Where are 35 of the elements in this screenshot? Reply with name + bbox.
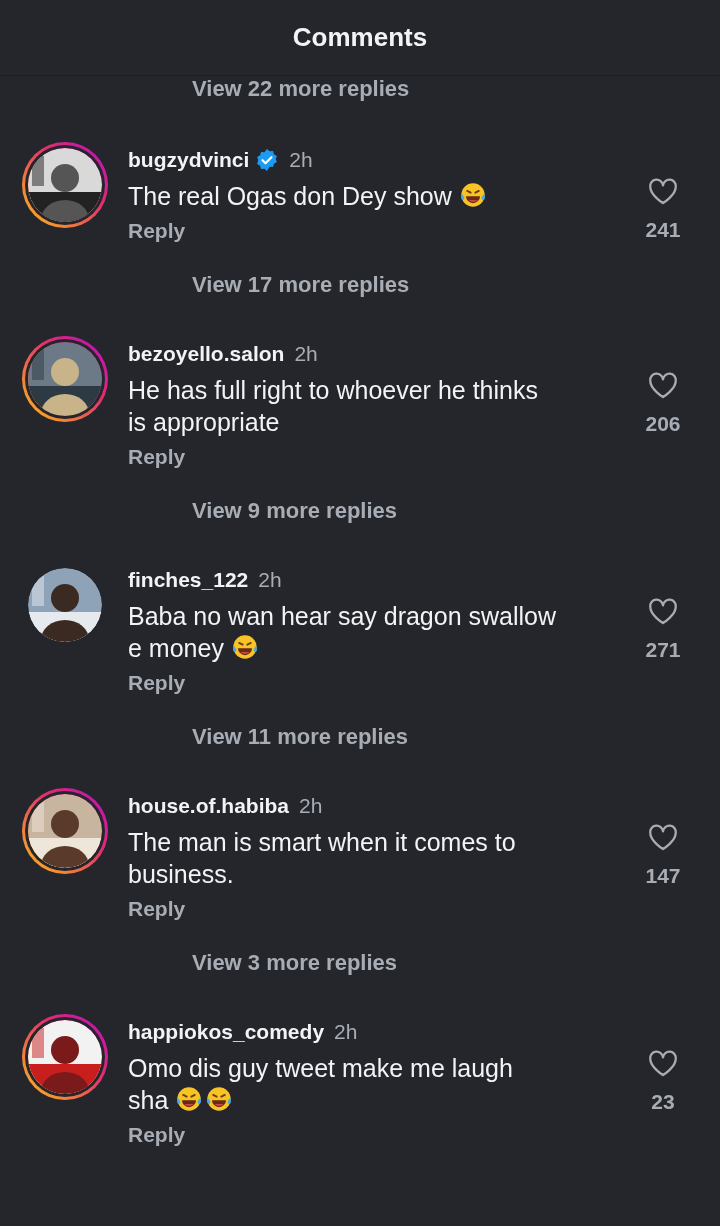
timestamp: 2h	[289, 148, 313, 172]
username[interactable]: house.of.habiba	[128, 794, 289, 818]
laughing-face-icon	[175, 1085, 204, 1113]
laughing-face-icon	[230, 633, 259, 661]
view-replies-link[interactable]: View 3 more replies	[192, 950, 398, 976]
timestamp: 2h	[258, 568, 282, 592]
laughing-face-icon	[205, 1085, 234, 1113]
reply-link[interactable]: Reply	[128, 894, 186, 924]
reply-link[interactable]: Reply	[128, 216, 186, 246]
view-replies-link[interactable]: View 17 more replies	[192, 272, 410, 298]
reply-link[interactable]: Reply	[128, 442, 186, 472]
timestamp: 2h	[334, 1020, 358, 1044]
view-replies-link[interactable]: View 11 more replies	[192, 724, 409, 750]
username[interactable]: bezoyello.salon	[128, 342, 285, 366]
comment-text: The real Ogas don Dey show	[128, 180, 558, 212]
comment-text: The man is smart when it comes to business.	[128, 827, 517, 890]
like-count: 147	[645, 864, 681, 888]
like-count: 271	[645, 638, 681, 662]
timestamp: 2h	[294, 342, 318, 366]
like-count: 241	[645, 218, 681, 242]
view-replies-link[interactable]: View 22 more replies	[192, 76, 410, 102]
view-replies-link[interactable]: View 9 more replies	[192, 498, 398, 524]
comment-text: Baba no wan hear say dragon swallow e money	[128, 601, 558, 664]
reply-link[interactable]: Reply	[128, 1120, 186, 1150]
username[interactable]: bugzydvinci	[128, 148, 250, 172]
header-title: Comments	[292, 22, 428, 53]
timestamp: 2h	[299, 794, 323, 818]
laughing-face-icon	[458, 181, 487, 209]
username[interactable]: finches_122	[128, 568, 249, 592]
like-count: 23	[651, 1090, 675, 1114]
like-count: 206	[645, 412, 681, 436]
comment-text: He has full right to whoever he thinks is appropriate	[128, 375, 539, 438]
username[interactable]: happiokos_comedy	[128, 1020, 325, 1044]
reply-link[interactable]: Reply	[128, 668, 186, 698]
comment-text: Omo dis guy tweet make me laugh sha	[128, 1053, 514, 1116]
